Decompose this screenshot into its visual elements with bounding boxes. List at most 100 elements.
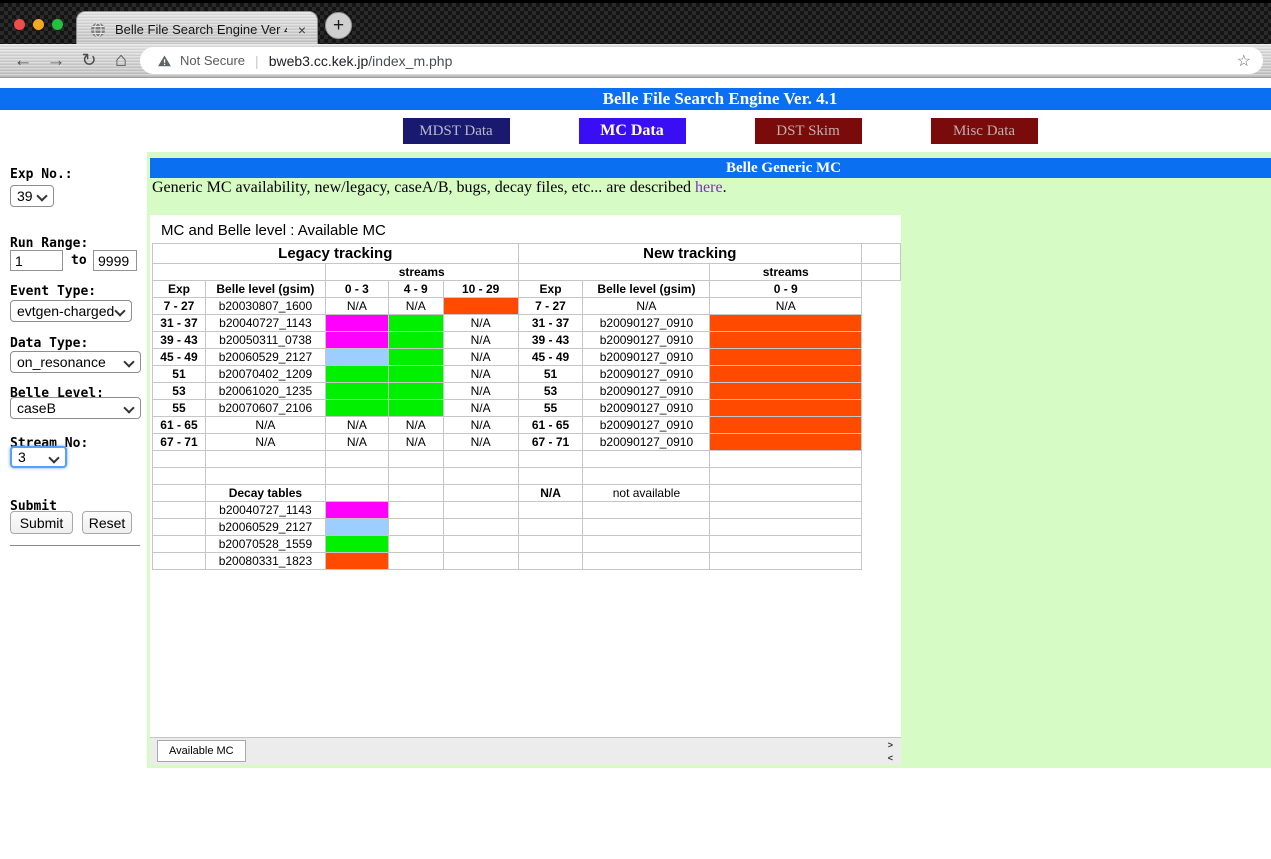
availability-cell-green — [325, 400, 388, 417]
table-cell — [710, 553, 862, 570]
run-from-input[interactable] — [10, 250, 63, 271]
home-icon[interactable]: ⌂ — [108, 44, 134, 77]
description-text: Generic MC availability, new/legacy, cas… — [152, 179, 727, 197]
availability-cell-orange — [710, 434, 862, 451]
stream-no-select[interactable]: 3 — [10, 446, 67, 468]
table-cell — [443, 519, 518, 536]
table-cell: b20090127_0910 — [583, 434, 710, 451]
table-cell — [153, 264, 326, 281]
scroll-right-arrow[interactable]: > — [888, 739, 893, 752]
submit-button[interactable]: Submit — [10, 511, 73, 534]
table-cell: streams — [710, 264, 862, 281]
nav-button-mc-data[interactable]: MC Data — [579, 118, 686, 144]
availability-cell-green — [388, 366, 443, 383]
table-cell: 0 - 9 — [710, 281, 862, 298]
table-row: b20060529_2127 — [153, 519, 901, 536]
nav-button-dst-skim[interactable]: DST Skim — [755, 118, 862, 144]
url-domain: bweb3.cc.kek.jp — [269, 53, 369, 69]
nav-button-mdst-data[interactable]: MDST Data — [403, 118, 510, 144]
table-cell — [710, 468, 862, 485]
panel-title: Belle Generic MC — [150, 158, 1271, 178]
table-row: 53b20061020_1235N/A53b20090127_0910 — [153, 383, 901, 400]
table-cell: 7 - 27 — [518, 298, 583, 315]
table-cell: 61 - 65 — [518, 417, 583, 434]
belle-level-select[interactable]: caseB — [10, 397, 141, 419]
new-tab-button[interactable]: + — [325, 12, 352, 39]
table-cell: 51 — [153, 366, 206, 383]
table-cell: b20090127_0910 — [583, 349, 710, 366]
exp-no-label: Exp No.: — [10, 167, 73, 182]
table-row — [153, 451, 901, 468]
star-icon[interactable]: ☆ — [1237, 51, 1251, 71]
availability-cell-orange — [710, 315, 862, 332]
data-type-label: Data Type: — [10, 336, 88, 351]
table-row: ExpBelle level (gsim)0 - 34 - 910 - 29Ex… — [153, 281, 901, 298]
zoom-window-button[interactable] — [52, 19, 63, 30]
browser-tab-strip: Belle File Search Engine Ver 4. × + — [0, 0, 1271, 44]
availability-cell-green — [388, 315, 443, 332]
here-link[interactable]: here — [695, 179, 723, 196]
table-cell — [325, 468, 388, 485]
availability-cell-magenta — [325, 332, 388, 349]
table-cell — [153, 468, 206, 485]
security-label[interactable]: Not Secure — [180, 53, 245, 68]
reload-icon[interactable]: ↻ — [76, 44, 102, 77]
table-row: 51b20070402_1209N/A51b20090127_0910 — [153, 366, 901, 383]
table-row: 45 - 49b20060529_2127N/A45 - 49b20090127… — [153, 349, 901, 366]
table-cell — [205, 451, 325, 468]
forward-icon[interactable]: → — [43, 44, 69, 77]
page-url[interactable]: bweb3.cc.kek.jp/index_m.php — [269, 53, 453, 69]
exp-no-select[interactable]: 39 — [10, 185, 54, 207]
table-cell: b20090127_0910 — [583, 417, 710, 434]
browser-tab[interactable]: Belle File Search Engine Ver 4. × — [76, 11, 318, 47]
close-tab-icon[interactable]: × — [298, 23, 306, 37]
run-to-input[interactable] — [93, 250, 137, 271]
minimize-window-button[interactable] — [33, 19, 44, 30]
close-window-button[interactable] — [14, 19, 25, 30]
table-cell: N/A — [388, 417, 443, 434]
reset-button[interactable]: Reset — [82, 511, 132, 534]
table-cell: N/A — [443, 349, 518, 366]
table-cell: 67 - 71 — [518, 434, 583, 451]
availability-cell-orange — [710, 400, 862, 417]
data-type-select[interactable]: on_resonance — [10, 351, 141, 373]
table-row: b20070528_1559 — [153, 536, 901, 553]
event-type-value: evtgen-charged — [17, 303, 114, 319]
table-cell: b20090127_0910 — [583, 400, 710, 417]
chevron-down-icon — [36, 190, 47, 201]
nav-button-misc-data[interactable]: Misc Data — [931, 118, 1038, 144]
availability-cell-green — [325, 536, 388, 553]
scroll-left-arrow[interactable]: < — [888, 752, 893, 765]
table-cell: N/A — [443, 417, 518, 434]
table-cell: Decay tables — [205, 485, 325, 502]
tab-available-mc[interactable]: Available MC — [157, 740, 246, 762]
table-cell: N/A — [583, 298, 710, 315]
description-prefix: Generic MC availability, new/legacy, cas… — [152, 179, 695, 196]
table-cell — [583, 519, 710, 536]
table-cell — [583, 468, 710, 485]
table-cell: 0 - 3 — [325, 281, 388, 298]
table-cell — [443, 485, 518, 502]
event-type-select[interactable]: evtgen-charged — [10, 300, 132, 322]
table-cell — [710, 451, 862, 468]
table-cell — [153, 536, 206, 553]
table-row: streamsstreams — [153, 264, 901, 281]
run-to-word: to — [71, 253, 87, 268]
table-cell: 39 - 43 — [153, 332, 206, 349]
table-cell: b20040727_1143 — [205, 502, 325, 519]
availability-cell-orange — [710, 366, 862, 383]
back-icon[interactable]: ← — [10, 44, 36, 77]
table-cell: N/A — [388, 298, 443, 315]
address-bar[interactable]: Not Secure | bweb3.cc.kek.jp/index_m.php… — [140, 47, 1263, 74]
table-cell: b20090127_0910 — [583, 383, 710, 400]
table-cell: b20060529_2127 — [205, 349, 325, 366]
table-cell: b20070528_1559 — [205, 536, 325, 553]
table-cell — [153, 451, 206, 468]
table-row: 7 - 27b20030807_1600N/AN/A7 - 27N/AN/A — [153, 298, 901, 315]
table-cell: b20090127_0910 — [583, 315, 710, 332]
table-cell: 53 — [153, 383, 206, 400]
table-cell: b20070607_2106 — [205, 400, 325, 417]
table-cell — [518, 451, 583, 468]
table-cell: 55 — [153, 400, 206, 417]
table-cell: 61 - 65 — [153, 417, 206, 434]
